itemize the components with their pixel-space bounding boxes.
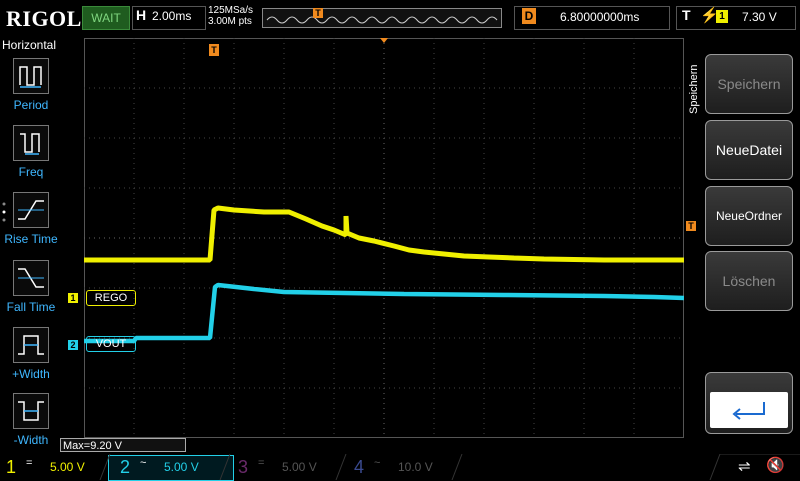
memory-depth: 3.00M pts [208, 16, 252, 27]
positive-width-icon [13, 327, 49, 363]
rigol-logo: RIGOL [6, 6, 82, 31]
memory-trigger-marker: T [313, 8, 323, 18]
period-icon [13, 58, 49, 94]
trigger-level-marker[interactable]: T [686, 221, 696, 231]
negative-width-label: -Width [13, 433, 49, 447]
waveform-display[interactable]: T [84, 38, 684, 438]
menu-page-dots[interactable] [0, 200, 10, 230]
trigger-source-channel: 1 [716, 10, 728, 23]
measure-period[interactable]: Period [0, 58, 62, 116]
memory-overview-bar [262, 8, 502, 28]
speaker-mute-icon[interactable]: 🔇 [766, 456, 785, 474]
trigger-box[interactable] [676, 6, 796, 30]
return-icon [710, 392, 788, 428]
negative-width-icon [13, 393, 49, 429]
acquisition-info: 125MSa/s 3.00M pts [208, 5, 253, 27]
freq-label: Freq [18, 165, 44, 179]
fall-time-label: Fall Time [6, 300, 56, 314]
measure-positive-width[interactable]: +Width [0, 327, 62, 385]
usb-icon: ⇌ [738, 458, 751, 475]
measure-freq[interactable]: Freq [0, 125, 62, 183]
right-menu-title: Speichern [688, 64, 700, 114]
frequency-icon [13, 125, 49, 161]
horizontal-label: H [136, 7, 147, 23]
trigger-level: 7.30 V [742, 10, 777, 24]
period-label: Period [13, 98, 49, 112]
left-menu-title: Horizontal [2, 38, 57, 52]
trigger-position-marker[interactable]: T [209, 44, 219, 56]
channel-bar-dividers [99, 454, 800, 480]
positive-width-label: +Width [12, 367, 50, 381]
trigger-position-marker-label: T [211, 45, 217, 55]
new-folder-button[interactable]: NeueOrdner [705, 186, 793, 246]
ch1-label[interactable]: REGO [86, 290, 136, 306]
timebase-value: 2.00ms [152, 9, 192, 23]
ch2-label[interactable]: VOUT [86, 336, 136, 352]
sample-rate: 125MSa/s [208, 5, 254, 16]
delay-value: 6.80000000ms [560, 10, 640, 24]
memory-waveform-preview [266, 16, 498, 24]
ch1-marker[interactable]: 1 [68, 293, 78, 303]
fall-time-icon [13, 260, 49, 296]
trigger-label: T [682, 7, 691, 23]
measure-fall-time[interactable]: Fall Time [0, 260, 62, 318]
delete-button[interactable]: Löschen [705, 251, 793, 311]
measure-negative-width[interactable]: -Width [0, 393, 62, 451]
delay-label: D [522, 8, 536, 24]
ch2-marker[interactable]: 2 [68, 340, 78, 350]
rise-time-label: Rise Time [4, 232, 58, 246]
save-button[interactable]: Speichern [705, 54, 793, 114]
new-file-button[interactable]: NeueDatei [705, 120, 793, 180]
rise-time-icon [13, 192, 49, 228]
measurement-readout[interactable]: Max=9.20 V [60, 438, 186, 452]
run-state-indicator[interactable]: WAIT [82, 6, 130, 30]
